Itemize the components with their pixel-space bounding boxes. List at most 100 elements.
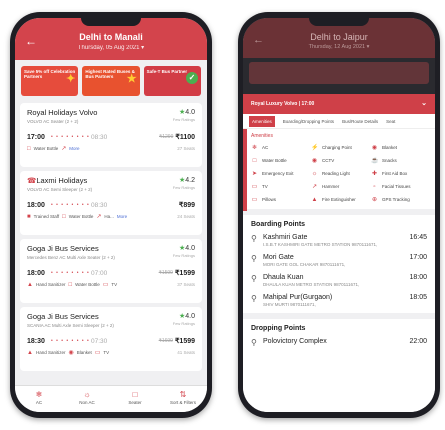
point-time: 16:45	[409, 234, 427, 241]
sliders-icon: ⇅	[179, 390, 187, 399]
route-dots: • • • • • • • •	[51, 134, 90, 140]
filter-non-ac[interactable]: ☼ Non AC	[63, 386, 111, 412]
sort-filters[interactable]: ⇅ Sort & Filters	[159, 386, 207, 412]
dropping-point[interactable]: ⚲ Polovictory Complex 22:00	[251, 338, 427, 347]
departure-time: 18:00	[27, 201, 45, 209]
cctv-icon: ◉	[311, 158, 318, 164]
charging-icon: ⚡	[311, 145, 319, 151]
amenities-section: Amenities ❄ AC ⚡ Charging Point ◉ Blanket □…	[243, 129, 435, 211]
phone-left: ← Delhi to Manali Thursday, 05 Aug 2021 …	[10, 12, 212, 418]
rating-badge: ★4.0 Few Ratings	[173, 244, 195, 258]
tab-bus-route[interactable]: Bus/Route Details	[342, 119, 378, 124]
amenity-label: Snacks	[382, 158, 397, 163]
sanitizer-icon: ▲	[27, 281, 33, 288]
filter-ac[interactable]: ❄ AC	[15, 386, 63, 412]
boarding-point[interactable]: ⚲ Kashmiri Gate I.S.B.T KASHMIRI GATE MET…	[251, 234, 427, 248]
boarding-point[interactable]: ⚲ Dhaula Kuan DHAULA KUAN METRO STATION 9…	[251, 274, 427, 288]
feature-label: Water Bottle	[33, 146, 59, 151]
sheet-title: Royal Luxury Volvo | 17:00	[251, 101, 315, 107]
hammer-icon: ↗	[61, 146, 67, 152]
point-time: 18:05	[409, 293, 427, 301]
point-address: SHIV MURTI 9870111671,	[263, 301, 316, 307]
amenity-label: AC	[262, 145, 269, 150]
point-time: 18:00	[409, 273, 427, 281]
amenity-label: CCTV	[322, 158, 335, 163]
point-time: 22:00	[409, 338, 427, 346]
route-title: Delhi to Manali	[79, 32, 143, 42]
point-address: DHAULA KUAN METRO STATION 9870111671,	[263, 281, 360, 287]
blanket-icon: ◉	[68, 350, 74, 356]
hammer-icon: ↗	[96, 214, 102, 220]
operator-name: ☎Laxmi Holidays	[27, 176, 195, 185]
filter-label: Non AC	[79, 400, 95, 405]
bus-card[interactable]: Goga Ji Bus Services Mercedes Benz AC Mu…	[20, 239, 202, 303]
fare: ₹1599	[174, 270, 195, 277]
tab-boarding-dropping[interactable]: Boarding/Dropping Points	[283, 119, 334, 124]
boarding-point[interactable]: ⚲ Mahipal Pur(Gurgaon) SHIV MURTI 9870111…	[251, 294, 427, 308]
travel-date[interactable]: Thursday, 05 Aug 2021 ▾	[15, 44, 207, 51]
feature-label: Hand Sanitizer	[35, 282, 66, 287]
section-accent	[243, 129, 247, 211]
amenity-item: ⚡ Charging Point	[311, 144, 367, 151]
check-icon: ✓	[185, 72, 198, 84]
rating-count: Few Ratings	[172, 321, 195, 326]
original-price: ₹1599	[158, 270, 173, 276]
operator-name: Goga Ji Bus Services	[27, 244, 99, 253]
promo-card[interactable]: Save 5% off Celebration Partners ✦	[21, 66, 79, 96]
ac-icon: ❄	[35, 390, 43, 399]
star-icon: ★	[126, 73, 137, 85]
bus-card[interactable]: ☎Laxmi Holidays VOLVO AC Semi Sleeper (2…	[20, 171, 202, 235]
first-aid-icon: ✚	[371, 171, 378, 177]
boarding-point[interactable]: ⚲ Mori Gate MORI GATE GOL CHAKAR 98701116…	[251, 254, 427, 268]
phone-notch	[81, 18, 141, 26]
amenity-label: Pillows	[262, 197, 277, 202]
promo-strip: Save 5% off Celebration Partners ✦ Highes…	[15, 60, 207, 100]
more-link[interactable]: More	[69, 146, 79, 151]
bus-card[interactable]: Goga Ji Bus Services SCANIA AC Multi Axl…	[20, 307, 202, 371]
tab-seat[interactable]: Seat	[386, 119, 395, 124]
location-pin-icon: ⚲	[251, 234, 257, 243]
rating-badge: ★4.2 Few Ratings	[173, 176, 195, 190]
arrival-time: 08:30	[91, 201, 108, 209]
amenity-label: Charging Point	[322, 145, 352, 150]
departure-time: 18:00	[27, 269, 45, 277]
filter-bar: ❄ AC ☼ Non AC □ Seater ⇅ Sort & Filters	[15, 385, 207, 412]
phone-right: ← Delhi to Jaipur Thursday, 12 Aug 2021 …	[238, 12, 440, 418]
bus-details-screen: ← Delhi to Jaipur Thursday, 12 Aug 2021 …	[243, 18, 435, 412]
travel-date[interactable]: Thursday, 12 Aug 2021 ▾	[243, 44, 435, 50]
amenity-item: ☕ Snacks	[371, 157, 427, 164]
pillow-icon: ▭	[251, 197, 258, 203]
more-link[interactable]: More	[117, 214, 127, 219]
chevron-down-icon[interactable]: ⌄	[421, 99, 427, 107]
sanitizer-icon: ▲	[27, 349, 33, 356]
reading-light-icon: ☼	[311, 170, 318, 177]
tab-amenities[interactable]: Amenities	[249, 115, 275, 127]
amenity-label: Water Bottle	[262, 158, 287, 163]
point-name: Mahipal Pur(Gurgaon)	[263, 293, 333, 301]
seats-available: 41 Seats	[177, 350, 195, 355]
tv-icon: ▭	[251, 184, 258, 190]
promo-card[interactable]: Highest Rated Buses & Bus Partners ★	[82, 66, 140, 96]
amenities-title: Amenities	[251, 133, 273, 139]
feature-label: Blanket	[76, 350, 92, 355]
operator-name: Royal Holidays Volvo	[27, 108, 98, 117]
original-price: ₹1699	[158, 338, 173, 344]
filter-seater[interactable]: □ Seater	[111, 386, 159, 412]
bus-detail-sheet: Royal Luxury Volvo | 17:00 ⌄ Amenities B…	[243, 94, 435, 412]
departure-time: 18:30	[27, 337, 45, 345]
amenity-item: ◉ CCTV	[311, 157, 367, 164]
filter-label: Sort & Filters	[169, 400, 196, 405]
seats-available: 37 Seats	[177, 282, 195, 287]
seats-available: 27 Seats	[177, 146, 195, 151]
point-name: Kashmiri Gate	[263, 234, 308, 241]
gift-icon: ✦	[66, 73, 76, 85]
water-bottle-icon: □	[27, 145, 31, 152]
amenity-item: ▲ Fire Extinguisher	[311, 196, 367, 203]
promo-card[interactable]: Safe-T Bus Partner ✓	[143, 66, 201, 96]
promo-text: Safe-T Bus Partner	[146, 69, 188, 74]
back-arrow-icon[interactable]: ←	[253, 34, 264, 46]
dimmed-promo-strip	[249, 62, 429, 84]
fare: ₹1100	[175, 134, 195, 141]
bus-card[interactable]: Royal Holidays Volvo VOLVO AC Seater (2 …	[20, 103, 202, 167]
rating-badge: ★4.0 Few Ratings	[173, 108, 195, 122]
